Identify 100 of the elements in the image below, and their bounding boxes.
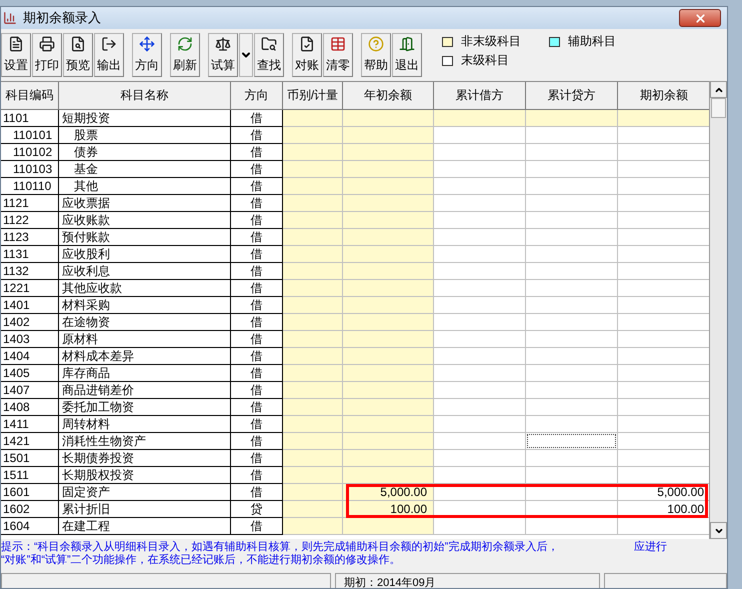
table-cell[interactable]: 1123 bbox=[1, 229, 59, 246]
table-cell[interactable]: 其他应收款 bbox=[59, 280, 231, 297]
table-cell[interactable] bbox=[526, 144, 618, 161]
table-cell[interactable] bbox=[343, 467, 434, 484]
toolbar-button[interactable]: 退出 bbox=[392, 33, 422, 77]
table-cell[interactable]: 1405 bbox=[1, 365, 59, 382]
table-cell[interactable]: 商品进销差价 bbox=[59, 382, 231, 399]
table-cell[interactable] bbox=[526, 450, 618, 467]
table-cell[interactable] bbox=[283, 331, 343, 348]
close-button[interactable] bbox=[679, 9, 721, 27]
column-header[interactable]: 年初余额 bbox=[343, 82, 434, 110]
table-cell[interactable] bbox=[343, 127, 434, 144]
table-cell[interactable] bbox=[343, 450, 434, 467]
column-header[interactable]: 币别/计量 bbox=[283, 82, 343, 110]
table-cell[interactable] bbox=[343, 518, 434, 535]
table-cell[interactable] bbox=[434, 297, 526, 314]
table-cell[interactable] bbox=[434, 433, 526, 450]
toolbar-button[interactable]: 预览 bbox=[63, 33, 93, 77]
table-cell[interactable] bbox=[283, 467, 343, 484]
table-cell[interactable] bbox=[526, 331, 618, 348]
table-cell[interactable] bbox=[434, 178, 526, 195]
table-cell[interactable]: 借 bbox=[231, 484, 283, 501]
table-cell[interactable] bbox=[343, 246, 434, 263]
toolbar-button[interactable]: 输出 bbox=[94, 33, 124, 77]
table-cell[interactable]: 1131 bbox=[1, 246, 59, 263]
table-cell[interactable]: 材料采购 bbox=[59, 297, 231, 314]
table-cell[interactable] bbox=[283, 212, 343, 229]
column-header[interactable]: 累计贷方 bbox=[526, 82, 618, 110]
table-cell[interactable]: 1403 bbox=[1, 331, 59, 348]
table-cell[interactable] bbox=[434, 195, 526, 212]
column-header[interactable]: 科目编码 bbox=[1, 82, 59, 110]
table-cell[interactable] bbox=[434, 161, 526, 178]
table-cell[interactable] bbox=[526, 518, 618, 535]
table-cell[interactable]: 固定资产 bbox=[59, 484, 231, 501]
table-cell[interactable] bbox=[526, 467, 618, 484]
selected-cell[interactable] bbox=[526, 433, 618, 450]
table-cell[interactable] bbox=[434, 144, 526, 161]
table-cell[interactable]: 应收利息 bbox=[59, 263, 231, 280]
table-cell[interactable]: 110102 bbox=[1, 144, 59, 161]
table-cell[interactable]: 借 bbox=[231, 416, 283, 433]
table-cell[interactable]: 借 bbox=[231, 450, 283, 467]
table-cell[interactable] bbox=[283, 314, 343, 331]
table-cell[interactable] bbox=[283, 416, 343, 433]
table-cell[interactable] bbox=[283, 246, 343, 263]
table-cell[interactable]: 借 bbox=[231, 297, 283, 314]
table-cell[interactable] bbox=[434, 263, 526, 280]
table-cell[interactable] bbox=[343, 382, 434, 399]
table-cell[interactable]: 借 bbox=[231, 365, 283, 382]
table-cell[interactable] bbox=[283, 365, 343, 382]
table-cell[interactable]: 1601 bbox=[1, 484, 59, 501]
table-cell[interactable]: 其他 bbox=[59, 178, 231, 195]
table-cell[interactable] bbox=[343, 195, 434, 212]
table-cell[interactable] bbox=[343, 161, 434, 178]
table-cell[interactable] bbox=[283, 144, 343, 161]
table-cell[interactable]: 原材料 bbox=[59, 331, 231, 348]
table-cell[interactable]: 借 bbox=[231, 331, 283, 348]
table-cell[interactable]: 在途物资 bbox=[59, 314, 231, 331]
table-cell[interactable]: 1404 bbox=[1, 348, 59, 365]
column-header[interactable]: 期初余额 bbox=[618, 82, 709, 110]
toolbar-button[interactable]: 刷新 bbox=[170, 33, 200, 77]
table-cell[interactable] bbox=[526, 246, 618, 263]
toolbar-button[interactable]: 查找 bbox=[254, 33, 284, 77]
table-cell[interactable] bbox=[283, 195, 343, 212]
table-cell[interactable]: 借 bbox=[231, 212, 283, 229]
table-cell[interactable] bbox=[526, 178, 618, 195]
table-cell[interactable]: 1501 bbox=[1, 450, 59, 467]
scrollbar[interactable] bbox=[709, 81, 727, 539]
table-cell[interactable]: 1132 bbox=[1, 263, 59, 280]
table-cell[interactable] bbox=[434, 348, 526, 365]
table-cell[interactable] bbox=[526, 280, 618, 297]
table-cell[interactable] bbox=[283, 518, 343, 535]
table-cell[interactable] bbox=[343, 144, 434, 161]
scroll-thumb[interactable] bbox=[711, 98, 726, 118]
table-cell[interactable] bbox=[283, 484, 343, 501]
table-cell[interactable]: 应收股利 bbox=[59, 246, 231, 263]
table-cell[interactable]: 股票 bbox=[59, 127, 231, 144]
table-cell[interactable] bbox=[283, 110, 343, 127]
table-cell[interactable] bbox=[526, 382, 618, 399]
toolbar-button[interactable]: 打印 bbox=[32, 33, 62, 77]
table-cell[interactable] bbox=[434, 467, 526, 484]
table-cell[interactable]: 借 bbox=[231, 127, 283, 144]
table-cell[interactable]: 长期股权投资 bbox=[59, 467, 231, 484]
table-cell[interactable] bbox=[343, 178, 434, 195]
table-cell[interactable] bbox=[434, 450, 526, 467]
table-cell[interactable]: 借 bbox=[231, 280, 283, 297]
table-cell[interactable]: 短期投资 bbox=[59, 110, 231, 127]
scroll-down-button[interactable] bbox=[710, 522, 727, 539]
table-cell[interactable]: 1604 bbox=[1, 518, 59, 535]
table-cell[interactable] bbox=[434, 127, 526, 144]
table-cell[interactable] bbox=[526, 212, 618, 229]
table-cell[interactable] bbox=[343, 110, 434, 127]
toolbar-button[interactable]: 帮助 bbox=[361, 33, 391, 77]
column-header[interactable]: 方向 bbox=[231, 82, 283, 110]
table-cell[interactable]: 长期债券投资 bbox=[59, 450, 231, 467]
toolbar-button[interactable]: 试算 bbox=[208, 33, 238, 77]
table-cell[interactable] bbox=[283, 178, 343, 195]
table-cell[interactable] bbox=[526, 110, 618, 127]
table-cell[interactable]: 1221 bbox=[1, 280, 59, 297]
table-cell[interactable] bbox=[434, 229, 526, 246]
table-cell[interactable] bbox=[434, 399, 526, 416]
